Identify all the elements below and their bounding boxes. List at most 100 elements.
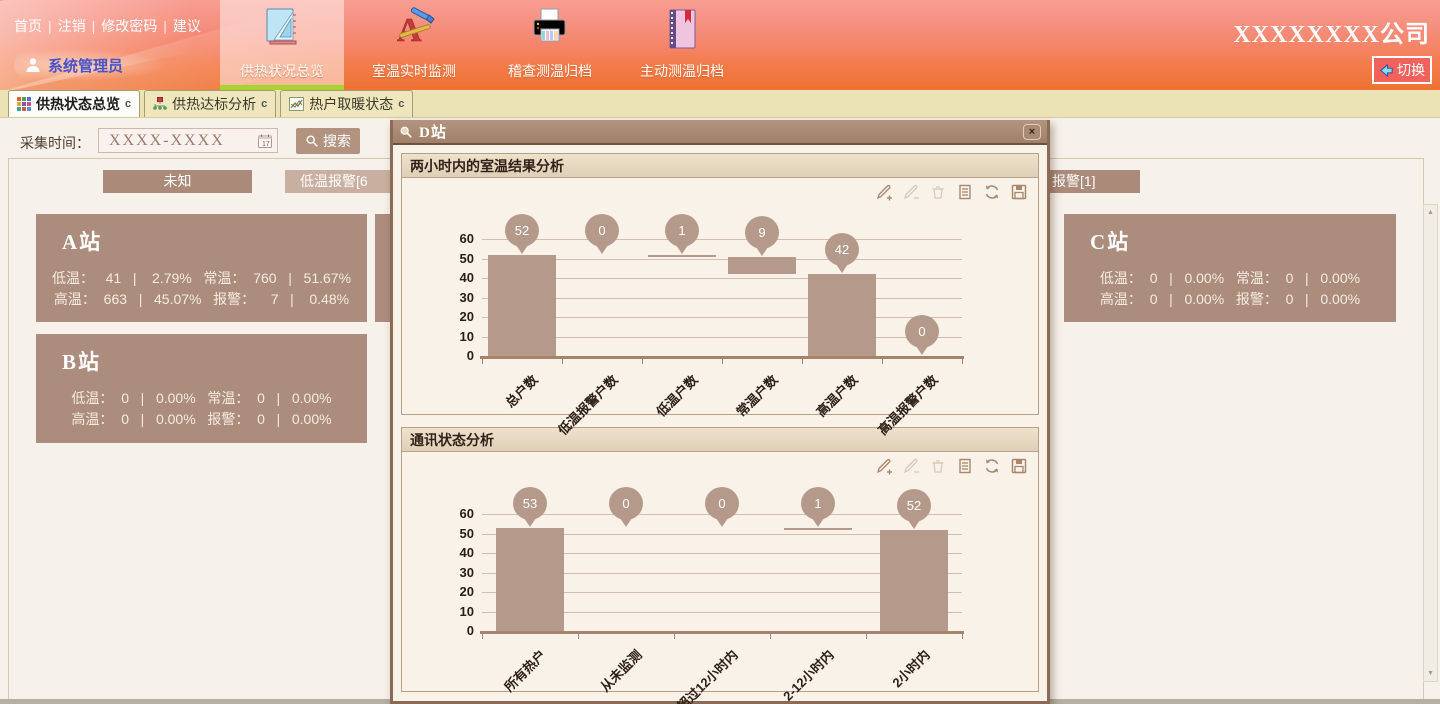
status-button-unknown[interactable]: 未知 <box>103 170 252 193</box>
y-tick-label: 10 <box>434 604 474 619</box>
station-card-c[interactable]: C站 低温： 0 | 0.00% 常温： 0 | 0.00%高温： 0 | 0.… <box>1064 214 1396 322</box>
magnifier-icon <box>399 125 413 139</box>
scroll-up-arrow-icon[interactable]: ▲ <box>1424 205 1437 220</box>
value-bubble: 53 <box>513 487 547 529</box>
pencil-plus-icon[interactable] <box>875 183 893 201</box>
user-badge[interactable]: 系统管理员 <box>14 50 164 80</box>
change-password-link[interactable]: 修改密码 <box>95 18 163 34</box>
status-button-low-temp-alarm[interactable]: 低温报警[6 <box>285 170 391 193</box>
tab-refresh-icon[interactable]: c <box>125 98 131 110</box>
refresh-icon[interactable] <box>983 457 1001 475</box>
main-nav: 供热状况总览 A 室温实时监测 稽查测温归档 主动测温归档 <box>220 0 744 90</box>
bubble-value: 53 <box>513 487 547 520</box>
station-stats-line: 低温： 0 | 0.00% 常温： 0 | 0.00% <box>1064 268 1396 289</box>
svg-text:17: 17 <box>262 141 270 148</box>
tab-heating-compliance-analysis[interactable]: 供热达标分析 c <box>144 90 276 117</box>
collect-time-label: 采集时间： <box>20 133 90 153</box>
x-axis-label: 总户数 <box>500 370 541 411</box>
value-bubble: 1 <box>801 487 835 529</box>
panel-title: 两小时内的室温结果分析 <box>402 154 1038 178</box>
comm-status-analysis-panel: 通讯状态分析 010203040506053所有热户0从未监测0超过12小时内1… <box>401 427 1039 692</box>
search-label: 搜索 <box>323 131 351 151</box>
bubble-value: 52 <box>505 214 539 247</box>
value-bubble: 42 <box>825 233 859 275</box>
nav-item-heating-overview[interactable]: 供热状况总览 <box>220 0 344 90</box>
x-axis-label: 低温户数 <box>651 370 701 420</box>
scroll-down-arrow-icon[interactable]: ▼ <box>1424 666 1437 681</box>
x-axis-tick <box>482 634 483 639</box>
vertical-scrollbar[interactable]: ▲ ▼ <box>1423 204 1438 682</box>
search-button[interactable]: 搜索 <box>296 128 360 154</box>
station-stats: 低温： 0 | 0.00% 常温： 0 | 0.00%高温： 0 | 0.00%… <box>36 388 367 430</box>
value-bubble: 1 <box>665 214 699 256</box>
x-axis-label: 从未监测 <box>595 645 645 695</box>
tab-label: 热户取暖状态 <box>309 94 393 114</box>
x-axis-label: 超过12小时内 <box>672 645 742 704</box>
y-tick-label: 10 <box>434 329 474 344</box>
x-axis-line <box>480 631 964 634</box>
y-tick-label: 40 <box>434 270 474 285</box>
arrow-left-icon <box>1379 63 1394 78</box>
station-stats-line: 低温： 0 | 0.00% 常温： 0 | 0.00% <box>36 388 367 409</box>
station-card-b[interactable]: B站 低温： 0 | 0.00% 常温： 0 | 0.00%高温： 0 | 0.… <box>36 334 367 443</box>
switch-button[interactable]: 切换 <box>1372 56 1432 84</box>
nav-item-inspection-archive[interactable]: 稽查测温归档 <box>488 0 612 90</box>
refresh-icon[interactable] <box>983 183 1001 201</box>
dialog-titlebar[interactable]: D站 × <box>393 120 1047 145</box>
tab-heating-status-overview[interactable]: 供热状态总览 c <box>8 90 140 117</box>
tab-refresh-icon[interactable]: c <box>398 98 404 110</box>
y-tick-label: 40 <box>434 545 474 560</box>
home-link[interactable]: 首页 <box>8 18 48 34</box>
y-tick-label: 20 <box>434 309 474 324</box>
close-icon[interactable]: × <box>1023 124 1041 140</box>
x-axis-tick <box>482 359 483 364</box>
bar <box>496 528 564 631</box>
line-chart-icon <box>289 97 304 111</box>
header: 首页|注销|修改密码|建议 系统管理员 供热状况总览 A 室温实时监测 <box>0 0 1440 90</box>
calendar-icon[interactable]: 17 <box>257 133 273 149</box>
printer-icon <box>488 5 612 55</box>
station-stats-line: 高温： 0 | 0.00% 报警： 0 | 0.00% <box>1064 289 1396 310</box>
suggestion-link[interactable]: 建议 <box>167 18 207 34</box>
save-icon[interactable] <box>1010 457 1028 475</box>
tab-household-heating-status[interactable]: 热户取暖状态 c <box>280 90 413 117</box>
pencil-minus-icon <box>902 183 920 201</box>
x-axis-tick <box>578 634 579 639</box>
save-icon[interactable] <box>1010 183 1028 201</box>
x-axis-tick <box>866 634 867 639</box>
x-axis-label: 所有热户 <box>499 645 549 695</box>
station-stats: 低温： 0 | 0.00% 常温： 0 | 0.00%高温： 0 | 0.00%… <box>1064 268 1396 310</box>
user-name: 系统管理员 <box>48 55 123 76</box>
value-bubble: 0 <box>609 487 643 529</box>
y-tick-label: 30 <box>434 290 474 305</box>
top-links: 首页|注销|修改密码|建议 <box>8 16 207 36</box>
nav-label: 室温实时监测 <box>352 61 476 81</box>
grid-icon <box>17 97 31 111</box>
x-axis-tick <box>962 359 963 364</box>
chart-toolbar <box>875 183 1028 201</box>
document-icon[interactable] <box>956 457 974 475</box>
station-d-dialog: D站 × 两小时内的室温结果分析 010203040506052总户数0低温报警… <box>390 120 1050 704</box>
station-name: B站 <box>36 334 367 376</box>
status-button-alarm[interactable]: 报警[1] <box>1048 170 1140 193</box>
nav-label: 稽查测温归档 <box>488 61 612 81</box>
station-card-a[interactable]: A站 低温： 41 | 2.79% 常温： 760 | 51.67%高温： 66… <box>36 214 367 322</box>
x-axis-tick <box>642 359 643 364</box>
comm-status-chart: 010203040506053所有热户0从未监测0超过12小时内12-12小时内… <box>402 452 1040 691</box>
logout-link[interactable]: 注销 <box>52 18 92 34</box>
pencil-plus-icon[interactable] <box>875 457 893 475</box>
document-icon[interactable] <box>956 183 974 201</box>
tab-refresh-icon[interactable]: c <box>261 98 267 110</box>
pencil-minus-icon <box>902 457 920 475</box>
notebook-icon <box>620 5 744 55</box>
collect-time-input[interactable]: XXXX-XXXX 17 <box>98 128 278 153</box>
x-axis-label: 常温户数 <box>731 370 781 420</box>
y-tick-label: 60 <box>434 231 474 246</box>
nav-item-active-archive[interactable]: 主动测温归档 <box>620 0 744 90</box>
bar <box>880 530 948 631</box>
bubble-value: 0 <box>705 487 739 520</box>
room-temp-analysis-panel: 两小时内的室温结果分析 010203040506052总户数0低温报警户数1低温… <box>401 153 1039 415</box>
y-tick-label: 20 <box>434 584 474 599</box>
nav-item-room-temp-monitor[interactable]: A 室温实时监测 <box>352 0 476 90</box>
trash-icon <box>929 183 947 201</box>
